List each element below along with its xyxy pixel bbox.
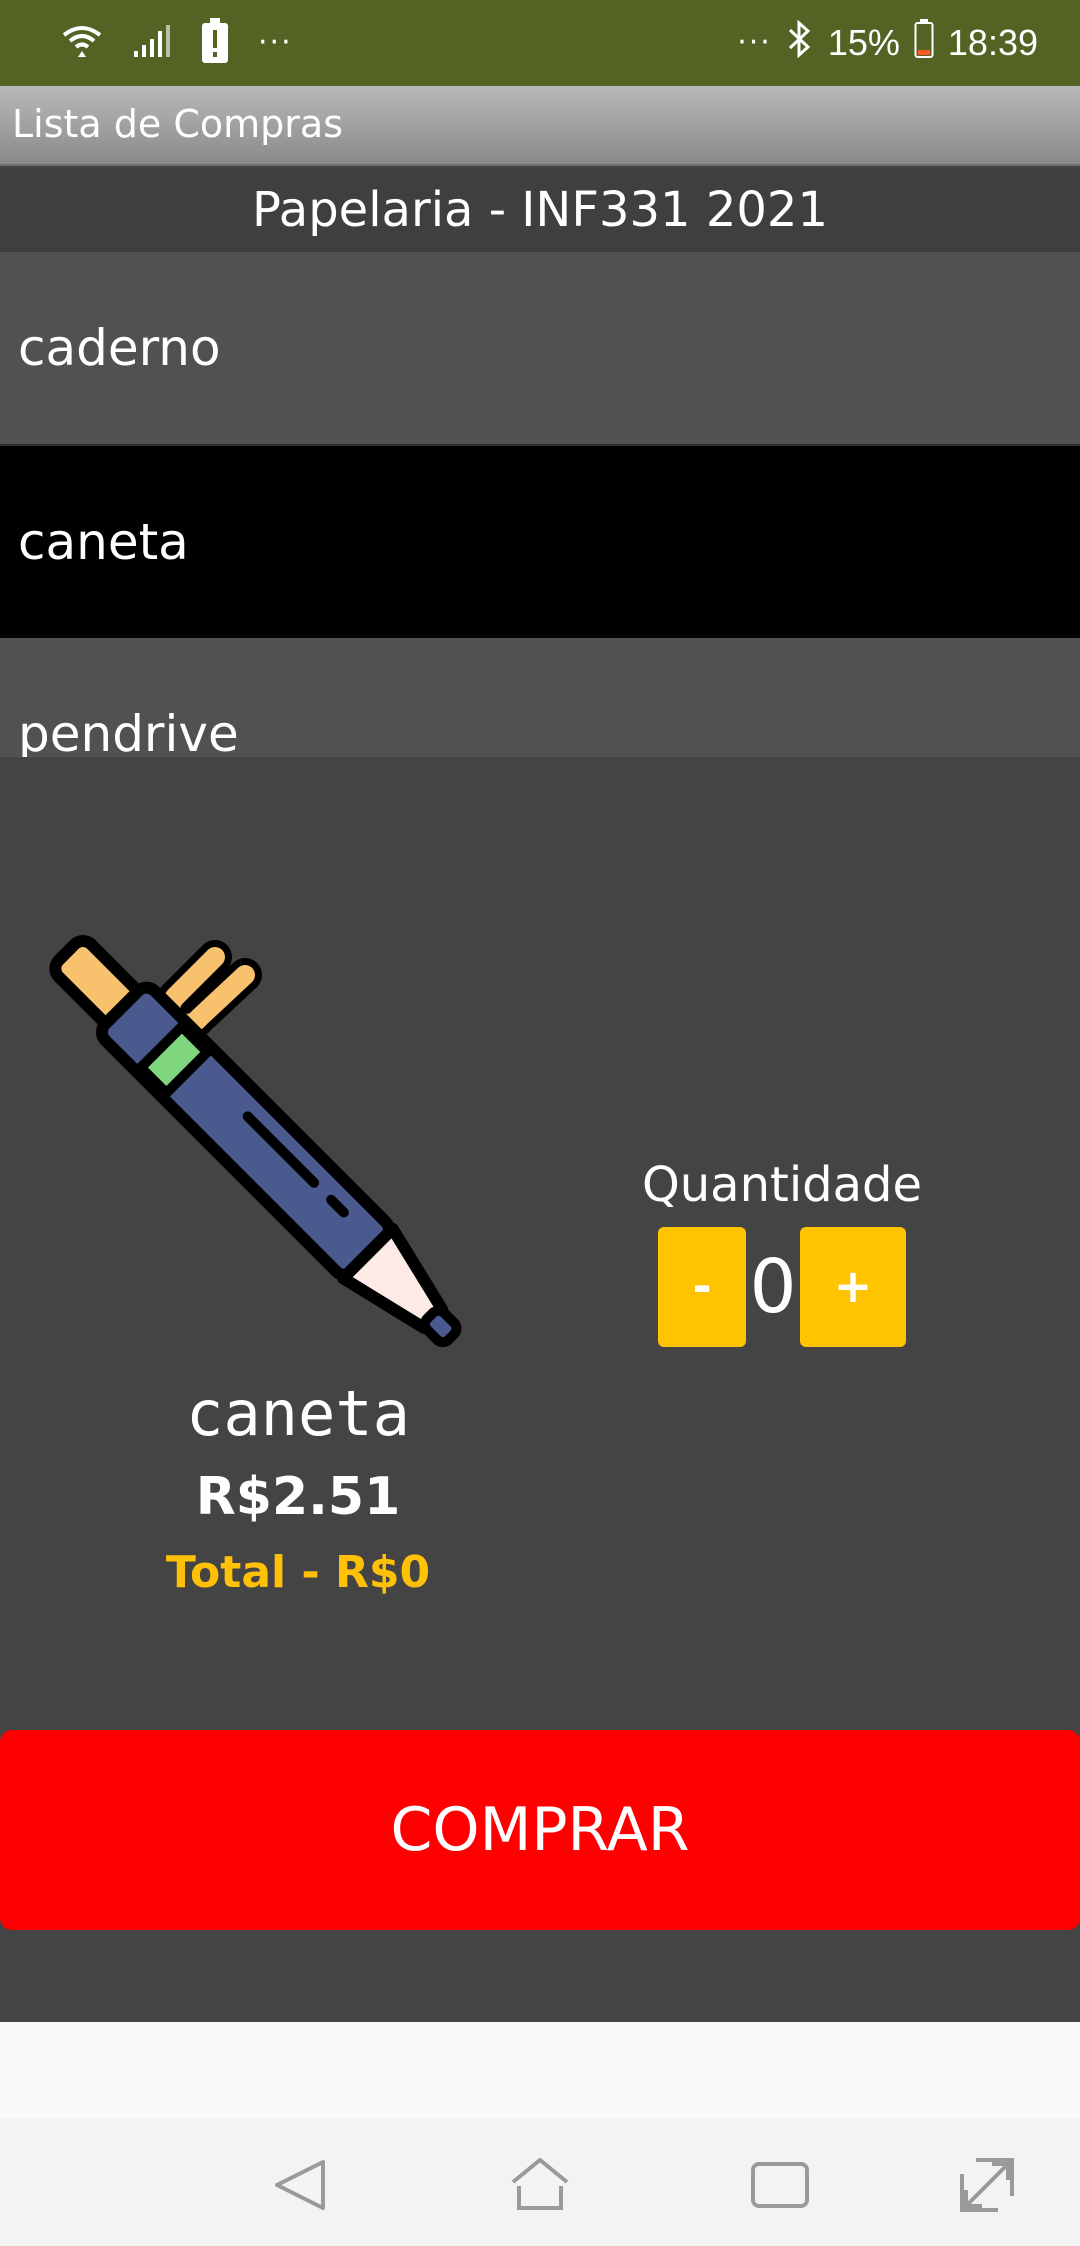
product-total: Total - R$0 [165, 1547, 431, 1598]
decrease-quantity-button[interactable]: - [658, 1227, 746, 1347]
signal-icon [132, 21, 172, 65]
app-bar: Lista de Compras [0, 86, 1080, 166]
bluetooth-icon [786, 19, 814, 68]
status-dots-left: ··· [258, 25, 293, 60]
buy-button[interactable]: COMPRAR [0, 1730, 1080, 1930]
list-item-pendrive[interactable]: pendrive [0, 638, 1080, 757]
back-icon[interactable] [265, 2150, 335, 2220]
pen-icon [49, 935, 462, 1348]
clock: 18:39 [947, 22, 1038, 63]
status-right: ··· 15% 18:39 [737, 18, 1038, 68]
list-header: Papelaria - INF331 2021 [0, 168, 1080, 252]
battery-alert-icon [200, 18, 230, 68]
status-left: ··· [60, 18, 293, 68]
quantity-value: 0 [749, 1244, 797, 1330]
status-bar: ··· ··· 15% 18:39 [0, 0, 1080, 86]
recents-icon[interactable] [745, 2150, 815, 2220]
increase-quantity-button[interactable]: + [800, 1227, 906, 1347]
list-item-caneta[interactable]: caneta [0, 446, 1080, 638]
battery-percent: 15% [827, 22, 900, 63]
product-price: R$2.51 [195, 1467, 401, 1527]
app-title: Lista de Compras [12, 102, 343, 146]
expand-icon[interactable] [952, 2150, 1022, 2220]
navigation-bar [0, 2118, 1080, 2246]
quantity-label: Quantidade [641, 1157, 923, 1213]
battery-icon [914, 18, 934, 68]
home-icon[interactable] [505, 2150, 575, 2220]
blank-area [0, 2022, 1080, 2118]
list-item-caderno[interactable]: caderno [0, 252, 1080, 444]
product-name: caneta [186, 1377, 410, 1450]
item-list[interactable]: caderno caneta pendrive [0, 252, 1080, 757]
status-dots-right: ··· [737, 25, 772, 60]
wifi-icon [60, 19, 104, 67]
